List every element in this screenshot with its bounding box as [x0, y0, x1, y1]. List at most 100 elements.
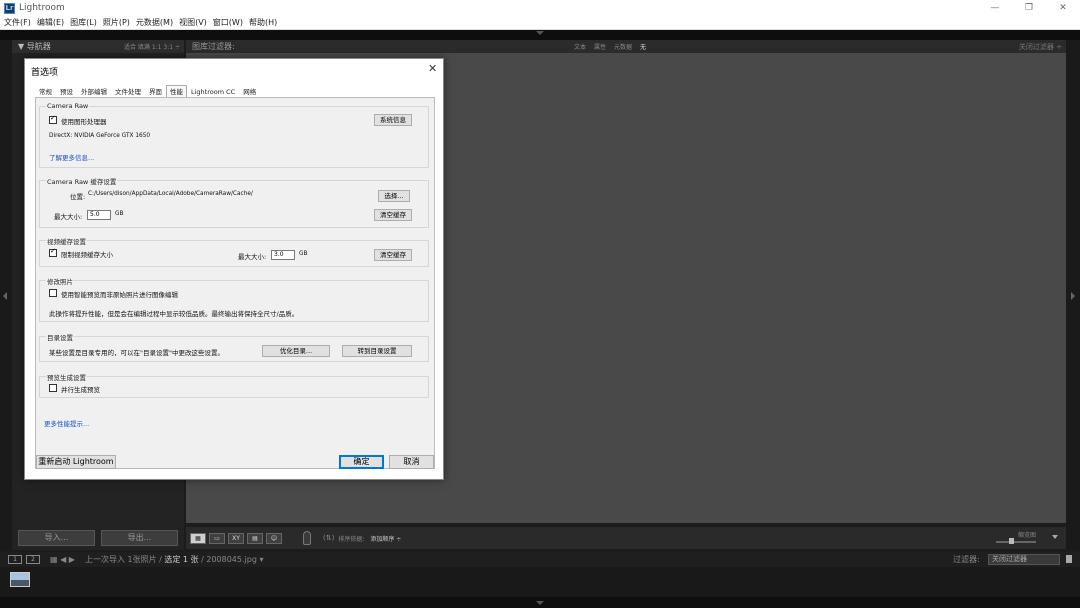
main-monitor-button[interactable]: 1: [8, 555, 22, 564]
video-cache-section: 视频缓存设置 限制视频缓存大小 最大大小: 3.0 GB 清空缓存: [39, 236, 429, 267]
survey-view-button[interactable]: ▤: [247, 532, 263, 544]
right-arrow-icon: [1071, 292, 1075, 300]
close-window-button[interactable]: ✕: [1046, 0, 1080, 16]
use-gpu-label: 使用图形处理器: [61, 118, 107, 126]
tab-interface[interactable]: 界面: [145, 85, 166, 97]
filter-none[interactable]: 无: [640, 42, 646, 51]
library-filter-title: 图库过滤器:: [192, 42, 235, 51]
menu-metadata[interactable]: 元数据(M): [136, 17, 173, 28]
more-performance-tips-link[interactable]: 更多性能提示...: [44, 418, 89, 428]
tab-network[interactable]: 网络: [239, 85, 260, 97]
expand-arrow-icon: [536, 601, 544, 605]
right-panel-toggle[interactable]: [1066, 40, 1080, 550]
catalog-note: 某些设置是目录专用的，可以在"目录设置"中更改这些设置。: [49, 349, 224, 357]
filmstrip-nav-arrows[interactable]: ▦ ◀ ▶: [50, 555, 75, 564]
menu-edit[interactable]: 编辑(E): [37, 17, 64, 28]
learn-more-link[interactable]: 了解更多信息...: [49, 152, 94, 162]
top-panel-toggle-strip[interactable]: [0, 30, 1080, 40]
choose-cache-button[interactable]: 选择...: [378, 190, 410, 202]
tab-lightroom-cc[interactable]: Lightroom CC: [187, 85, 239, 97]
minimize-button[interactable]: —: [978, 0, 1012, 16]
video-cache-title: 视频缓存设置: [46, 236, 87, 246]
window-controls: — ❐ ✕: [978, 0, 1080, 16]
filmstrip: [0, 567, 1080, 597]
system-info-button[interactable]: 系统信息: [374, 114, 412, 126]
compare-view-button[interactable]: XY: [228, 532, 244, 544]
grid-view-button[interactable]: ▦: [190, 532, 206, 544]
filter-metadata[interactable]: 元数据: [614, 42, 632, 51]
navigator-zoom-options[interactable]: 适合 填满 1:1 3:1 ÷: [124, 42, 180, 51]
cache-max-size-input[interactable]: 5.0: [87, 210, 111, 220]
import-button[interactable]: 导入...: [18, 530, 95, 546]
sort-direction-icon[interactable]: (⇅): [323, 534, 334, 542]
filter-lock-icon[interactable]: [1066, 555, 1072, 563]
loupe-view-button[interactable]: ▭: [209, 532, 225, 544]
clear-cache-button[interactable]: 清空缓存: [374, 209, 412, 221]
filmstrip-source[interactable]: 上一次导入 1张照片 / 选定 1 张 / 2008045.jpg ▾: [85, 554, 264, 565]
menu-window[interactable]: 窗口(W): [213, 17, 243, 28]
goto-catalog-settings-button[interactable]: 转到目录设置: [342, 345, 412, 357]
tab-presets[interactable]: 预设: [56, 85, 77, 97]
tab-performance[interactable]: 性能: [166, 85, 187, 97]
thumbnail-slider-knob[interactable]: [1009, 538, 1014, 544]
bottom-panel-toggle-strip[interactable]: [0, 597, 1080, 608]
menu-file[interactable]: 文件(F): [4, 17, 31, 28]
thumbnail-size-label: 缩览图: [1017, 532, 1036, 539]
camera-raw-section: Camera Raw 使用图形处理器 系统信息 DirectX: NVIDIA …: [39, 102, 429, 168]
cache-title: Camera Raw 缓存设置: [46, 176, 118, 186]
menu-view[interactable]: 视图(V): [179, 17, 207, 28]
tab-external-editing[interactable]: 外部编辑: [77, 85, 111, 97]
restart-lightroom-button[interactable]: 重新启动 Lightroom: [36, 455, 116, 469]
toolbar-menu-arrow-icon[interactable]: [1052, 535, 1058, 539]
filter-attribute[interactable]: 属性: [594, 42, 606, 51]
second-monitor-button[interactable]: 2: [26, 555, 40, 564]
preferences-dialog: 首选项 ✕ 常规 预设 外部编辑 文件处理 界面 性能 Lightroom CC…: [24, 58, 444, 480]
navigator-header[interactable]: ▼ 导航器 适合 填满 1:1 3:1 ÷: [12, 40, 184, 53]
filter-options: 文本 属性 元数据 无: [574, 42, 654, 51]
library-filter-bar: 图库过滤器: 文本 属性 元数据 无 关闭过滤器 ÷: [186, 40, 1066, 53]
video-max-size-input[interactable]: 3.0: [271, 250, 295, 260]
clear-video-cache-button[interactable]: 清空缓存: [374, 249, 412, 261]
left-panel-toggle[interactable]: [0, 40, 12, 550]
cache-location-path: C:/Users/dison/AppData/Local/Adobe/Camer…: [88, 191, 253, 197]
cache-location-label: 位置:: [70, 193, 86, 201]
preferences-tabs: 常规 预设 外部编辑 文件处理 界面 性能 Lightroom CC 网络: [35, 85, 260, 97]
develop-title: 修改照片: [46, 276, 74, 286]
filter-text[interactable]: 文本: [574, 42, 586, 51]
use-gpu-checkbox[interactable]: [49, 114, 57, 124]
menu-library[interactable]: 图库(L): [70, 17, 97, 28]
parallel-preview-checkbox[interactable]: [49, 384, 57, 392]
export-button[interactable]: 导出...: [101, 530, 178, 546]
dialog-close-icon[interactable]: ✕: [428, 62, 437, 75]
tab-general[interactable]: 常规: [35, 85, 56, 97]
thumbnail-land: [11, 580, 29, 586]
filmstrip-filter-dropdown[interactable]: 关闭过滤器: [988, 554, 1060, 565]
tab-file-handling[interactable]: 文件处理: [111, 85, 145, 97]
optimize-catalog-button[interactable]: 优化目录...: [262, 345, 330, 357]
menu-help[interactable]: 帮助(H): [249, 17, 277, 28]
video-cache-unit: GB: [299, 251, 308, 257]
preview-title: 预览生成设置: [46, 372, 87, 382]
video-max-size-label: 最大大小:: [238, 253, 267, 261]
thumbnail-sky: [11, 573, 29, 580]
filmstrip-header: 1 2 ▦ ◀ ▶ 上一次导入 1张照片 / 选定 1 张 / 2008045.…: [0, 552, 1080, 567]
limit-video-cache-checkbox[interactable]: [49, 247, 57, 257]
camera-raw-title: Camera Raw: [46, 102, 90, 110]
cancel-button[interactable]: 取消: [389, 455, 434, 469]
catalog-section: 目录设置 某些设置是目录专用的，可以在"目录设置"中更改这些设置。 优化目录..…: [39, 332, 429, 362]
restore-button[interactable]: ❐: [1012, 0, 1046, 16]
filmstrip-thumbnail[interactable]: [10, 572, 30, 587]
thumbnail-size-slider[interactable]: [996, 541, 1036, 543]
close-filter-dropdown[interactable]: 关闭过滤器 ÷: [1019, 42, 1062, 52]
sort-dropdown[interactable]: 添加顺序 ÷: [370, 534, 401, 543]
title-bar: Lr Lightroom — ❐ ✕: [0, 0, 1080, 16]
menu-photo[interactable]: 照片(P): [103, 17, 130, 28]
ok-button[interactable]: 确定: [339, 455, 384, 469]
source-name: 上一次导入: [84, 555, 125, 564]
bottom-toolbar: ▦ ▭ XY ▤ ☺ (⇅) 排序依据: 添加顺序 ÷ 缩览图: [186, 527, 1066, 549]
preview-generation-section: 预览生成设置 并行生成预览: [39, 372, 429, 398]
develop-note: 此操作将提升性能，但是会在编辑过程中显示较低品质。最终输出将保持全尺寸/品质。: [49, 310, 299, 318]
people-view-button[interactable]: ☺: [266, 532, 282, 544]
smart-preview-checkbox[interactable]: [49, 289, 57, 297]
painter-spray-icon[interactable]: [303, 531, 311, 545]
